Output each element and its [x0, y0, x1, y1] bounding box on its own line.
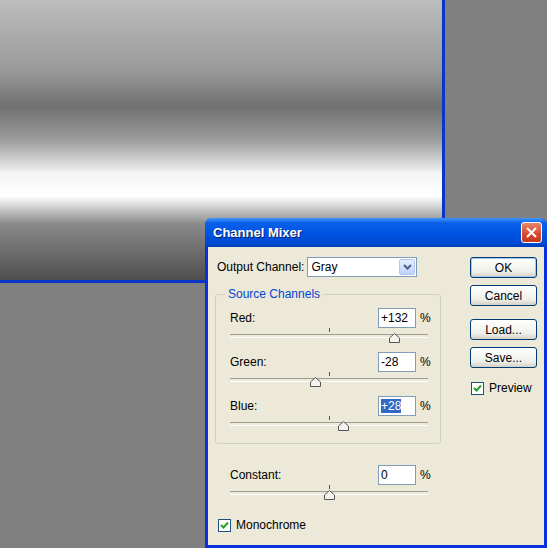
channel-row: Blue: +28%	[230, 396, 428, 432]
channel-value-field[interactable]: +28	[378, 396, 416, 416]
slider-thumb-icon[interactable]	[338, 421, 349, 431]
check-icon	[220, 521, 229, 530]
monochrome-label: Monochrome	[236, 518, 306, 532]
close-button[interactable]	[521, 222, 542, 243]
output-channel-label: Output Channel:	[217, 260, 304, 274]
source-channels-group: Source ChannelsRed:+132%Green:-28%Blue:+…	[215, 294, 441, 444]
channel-row: Green: -28%	[230, 352, 428, 388]
channel-slider[interactable]	[230, 328, 428, 344]
channel-label: Red:	[230, 311, 374, 325]
dialog-button[interactable]: Load...	[470, 319, 537, 340]
channel-label: Blue:	[230, 399, 374, 413]
channel-mixer-dialog: Channel Mixer Output Channel:Gray Source C…	[205, 218, 547, 548]
preview-checkbox[interactable]: Preview	[471, 381, 537, 395]
channel-slider[interactable]	[230, 372, 428, 388]
channel-slider[interactable]	[230, 416, 428, 432]
title-bar: Channel Mixer	[205, 218, 547, 247]
percent-label: %	[420, 399, 428, 413]
group-title: Source Channels	[225, 287, 323, 301]
dialog-button[interactable]: OK	[470, 257, 537, 278]
percent-label: %	[420, 468, 428, 482]
dropdown-button[interactable]	[399, 259, 415, 275]
channel-value-field[interactable]: -28	[378, 352, 416, 372]
desktop: Channel Mixer Output Channel:Gray Source C…	[0, 0, 547, 548]
slider-thumb-icon[interactable]	[389, 333, 400, 343]
output-channel-select[interactable]: Gray	[307, 257, 417, 277]
checkbox[interactable]	[218, 519, 231, 532]
close-icon	[526, 227, 537, 238]
slider-thumb-icon[interactable]	[310, 377, 321, 387]
channel-value-field[interactable]: +132	[378, 308, 416, 328]
percent-label: %	[420, 355, 428, 369]
constant-slider[interactable]	[230, 485, 428, 501]
slider-thumb-icon[interactable]	[324, 490, 335, 500]
channel-row: Red: +132%	[230, 308, 428, 344]
checkbox[interactable]	[471, 382, 484, 395]
dialog-button[interactable]: Cancel	[470, 285, 537, 306]
channel-label: Green:	[230, 355, 374, 369]
window-title: Channel Mixer	[213, 225, 302, 240]
percent-label: %	[420, 311, 428, 325]
preview-label: Preview	[489, 381, 532, 395]
constant-label: Constant:	[230, 468, 374, 482]
check-icon	[473, 384, 482, 393]
chevron-down-icon	[403, 264, 412, 270]
constant-value-field[interactable]: 0	[378, 465, 416, 485]
monochrome-checkbox[interactable]: Monochrome	[218, 518, 444, 532]
constant-row: Constant: 0%	[230, 465, 428, 501]
output-channel-row: Output Channel:Gray	[217, 257, 444, 277]
dialog-button[interactable]: Save...	[470, 347, 537, 368]
